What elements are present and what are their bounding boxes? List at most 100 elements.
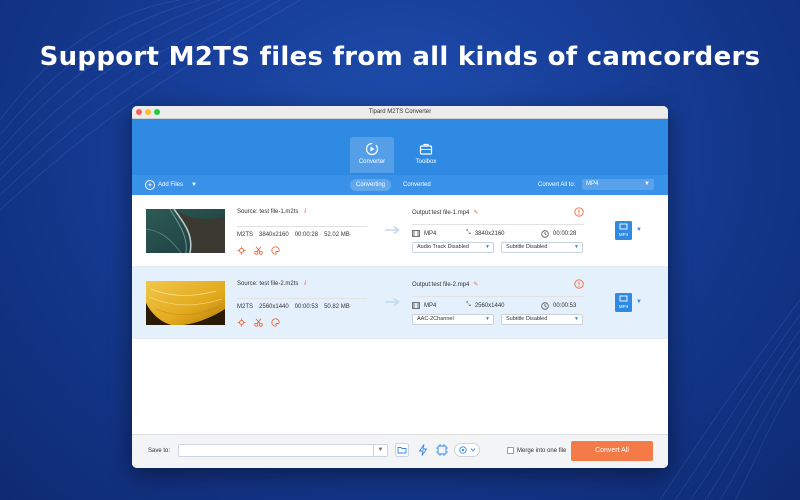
page-headline: Support M2TS files from all kinds of cam… bbox=[39, 42, 761, 72]
expand-icon: ⤡ bbox=[466, 230, 471, 236]
merge-checkbox[interactable] bbox=[507, 447, 514, 454]
chevron-down-icon[interactable]: ▼ bbox=[373, 445, 387, 456]
window-controls bbox=[136, 109, 160, 115]
source-label: Source: test file-2.m2ts bbox=[237, 281, 299, 287]
enhance-icon[interactable] bbox=[237, 246, 246, 255]
tab-converter-label: Converter bbox=[358, 159, 386, 165]
clock-icon bbox=[541, 230, 549, 238]
audio-track-select[interactable]: AAC-2Channel ▼ bbox=[412, 314, 494, 325]
arrow-right-icon bbox=[385, 225, 400, 235]
tab-converting[interactable]: Converting bbox=[350, 179, 392, 191]
file-list: Source: test file-1.m2ts i M2TS 3840x2160… bbox=[132, 195, 668, 339]
chevron-down-icon[interactable]: ▼ bbox=[191, 182, 197, 188]
output-resolution: 3840x2160 bbox=[474, 230, 505, 237]
output-format-info: MP4 bbox=[412, 302, 436, 309]
file-row: Source: test file-1.m2ts i M2TS 3840x2160… bbox=[132, 195, 668, 267]
gpu-icon[interactable] bbox=[435, 443, 449, 457]
enhance-icon[interactable] bbox=[237, 318, 246, 327]
cut-icon[interactable] bbox=[254, 246, 263, 255]
output-resolution-info: ⤡ 3840x2160 bbox=[466, 230, 505, 237]
palette-icon[interactable] bbox=[271, 318, 280, 327]
merge-label: Merge into one file bbox=[517, 447, 567, 454]
output-format-badge[interactable]: MP4 bbox=[615, 221, 632, 240]
subtitle-select[interactable]: Subtitle Disabled ▼ bbox=[501, 314, 583, 325]
plus-icon: + bbox=[145, 180, 155, 190]
info-icon[interactable]: i bbox=[304, 281, 306, 287]
chevron-down-icon[interactable]: ▼ bbox=[636, 299, 642, 305]
add-files-button[interactable]: + Add Files ▼ bbox=[145, 180, 197, 190]
output-format-info: MP4 bbox=[412, 230, 436, 237]
source-size: 52.02 MB bbox=[324, 232, 350, 238]
subtitle-select[interactable]: Subtitle Disabled ▼ bbox=[501, 242, 583, 253]
clock-icon bbox=[541, 302, 549, 310]
source-metadata: M2TS 2560x1440 00:00:53 50.82 MB bbox=[237, 304, 350, 310]
chevron-down-icon: ▼ bbox=[485, 244, 490, 250]
film-icon bbox=[412, 302, 420, 309]
file-row: Source: test file-2.m2ts i M2TS 2560x1440… bbox=[132, 267, 668, 339]
video-thumbnail bbox=[146, 209, 225, 253]
output-format: MP4 bbox=[424, 230, 437, 237]
output-resolution-info: ⤡ 2560x1440 bbox=[466, 302, 505, 309]
merge-into-one-file-toggle[interactable]: Merge into one file bbox=[507, 447, 566, 454]
output-filename: Output:test file-1.mp4 ✎ bbox=[412, 209, 478, 216]
expand-icon: ⤡ bbox=[466, 302, 471, 308]
title-bar: Tipard M2TS Converter bbox=[132, 106, 668, 119]
source-duration: 00:00:28 bbox=[294, 232, 319, 238]
converter-icon bbox=[365, 142, 379, 156]
source-filename: Source: test file-2.m2ts i bbox=[237, 281, 306, 287]
add-files-label: Add Files bbox=[158, 182, 184, 188]
chevron-down-icon: ▼ bbox=[644, 181, 650, 187]
chevron-down-icon: ▼ bbox=[574, 244, 579, 250]
output-label: Output:test file-1.mp4 bbox=[412, 210, 470, 216]
source-format: M2TS bbox=[237, 304, 254, 310]
format-badge-label: MP4 bbox=[619, 232, 629, 237]
chevron-down-icon[interactable]: ▼ bbox=[636, 227, 642, 233]
divider bbox=[237, 226, 367, 227]
output-duration-info: 00:00:28 bbox=[541, 230, 576, 238]
convert-all-format-select[interactable]: MP4 ▼ bbox=[582, 179, 654, 190]
subtitle-value: Subtitle Disabled bbox=[506, 244, 548, 250]
edit-pencil-icon[interactable]: ✎ bbox=[473, 282, 478, 288]
convert-all-to-label: Convert All to: bbox=[538, 182, 576, 188]
save-path-input[interactable]: ▼ bbox=[178, 444, 388, 457]
source-size: 50.82 MB bbox=[324, 304, 350, 310]
convert-all-button[interactable]: Convert All bbox=[571, 441, 653, 461]
toolbar: + Add Files ▼ Converting Converted Conve… bbox=[132, 175, 668, 195]
tab-toolbox[interactable]: Toolbox bbox=[404, 137, 448, 173]
audio-track-value: Audio Track Disabled bbox=[417, 244, 469, 250]
output-format-badge[interactable]: MP4 bbox=[615, 293, 632, 312]
palette-icon[interactable] bbox=[271, 246, 280, 255]
warning-icon[interactable] bbox=[574, 207, 584, 217]
tab-converter[interactable]: Converter bbox=[350, 137, 394, 173]
window-title: Tipard M2TS Converter bbox=[368, 109, 432, 115]
view-segmented-control: Converting Converted bbox=[350, 179, 437, 191]
info-icon[interactable]: i bbox=[304, 209, 306, 215]
maximize-window-button[interactable] bbox=[154, 109, 160, 115]
toolbox-icon bbox=[419, 143, 433, 155]
output-duration: 00:00:53 bbox=[553, 303, 577, 309]
cut-icon[interactable] bbox=[254, 318, 263, 327]
divider bbox=[237, 298, 367, 299]
divider bbox=[412, 224, 584, 225]
audio-track-select[interactable]: Audio Track Disabled ▼ bbox=[412, 242, 494, 253]
film-icon bbox=[412, 230, 420, 237]
tab-converted[interactable]: Converted bbox=[397, 179, 437, 191]
output-format: MP4 bbox=[424, 302, 437, 309]
edit-tools bbox=[237, 246, 280, 255]
convert-all-format-value: MP4 bbox=[586, 181, 599, 187]
hardware-acceleration-icon[interactable] bbox=[416, 443, 430, 457]
video-thumbnail bbox=[146, 281, 225, 325]
output-duration-info: 00:00:53 bbox=[541, 302, 576, 310]
output-duration: 00:00:28 bbox=[553, 231, 577, 237]
warning-icon[interactable] bbox=[574, 279, 584, 289]
open-folder-icon[interactable] bbox=[395, 443, 409, 457]
subtitle-value: Subtitle Disabled bbox=[506, 316, 548, 322]
source-filename: Source: test file-1.m2ts i bbox=[237, 209, 306, 215]
output-filename: Output:test file-2.mp4 ✎ bbox=[412, 281, 478, 288]
minimize-window-button[interactable] bbox=[145, 109, 151, 115]
chevron-down-icon: ▼ bbox=[574, 316, 579, 322]
settings-gear-icon[interactable] bbox=[454, 443, 480, 457]
edit-pencil-icon[interactable]: ✎ bbox=[473, 210, 478, 216]
close-window-button[interactable] bbox=[136, 109, 142, 115]
top-navigation: Converter Toolbox bbox=[132, 119, 668, 175]
